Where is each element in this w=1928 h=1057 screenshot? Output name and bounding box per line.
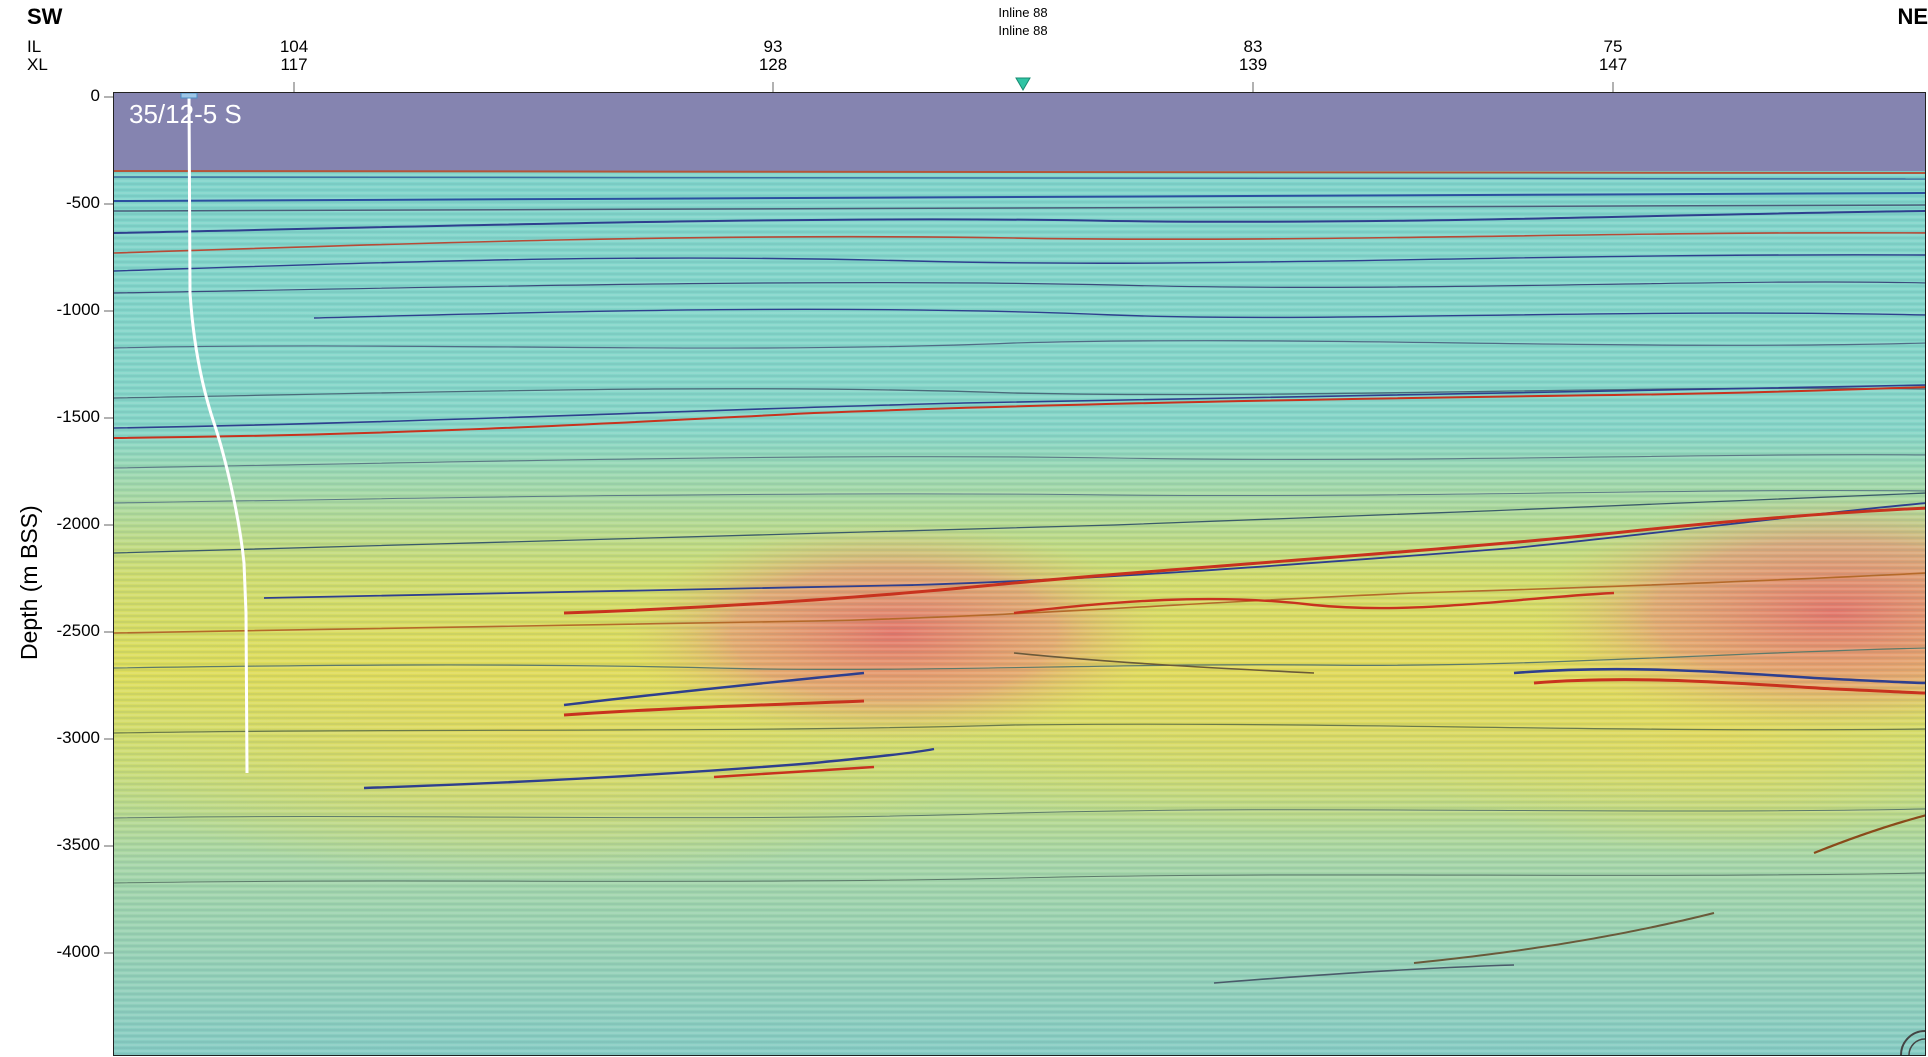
y-tick-label: -1000	[56, 300, 100, 319]
y-tick-label: -3500	[56, 835, 100, 854]
wellhead-icon[interactable]	[180, 93, 198, 99]
direction-sw-label: SW	[27, 4, 63, 29]
il-value: 83	[1243, 37, 1263, 56]
xl-value: 117	[280, 55, 308, 74]
seismic-section-panel[interactable]: 35/12-5 S	[113, 92, 1926, 1056]
y-tick-label: -2000	[56, 514, 100, 533]
top-axis-tick-1: 104 117	[280, 38, 324, 74]
y-tick-label: -1500	[56, 407, 100, 426]
well-name-label: 35/12-5 S	[129, 99, 242, 129]
inline-marker: Inline 88 Inline 88	[998, 4, 1073, 40]
top-axis-tick-3: 83 139	[1239, 38, 1283, 74]
il-value: 104	[279, 37, 309, 56]
il-value: 75	[1603, 37, 1623, 56]
y-tick-label: -500	[65, 193, 100, 212]
top-axis-tick-4: 75 147	[1599, 38, 1643, 74]
il-key-label: IL	[27, 37, 42, 56]
y-tick-label: 0	[90, 86, 100, 105]
il-value: 93	[763, 37, 783, 56]
inline-marker-label-2: Inline 88	[998, 23, 1048, 38]
y-tick-label: -4000	[56, 942, 100, 961]
xl-value: 128	[758, 55, 788, 74]
xl-value: 147	[1598, 55, 1628, 74]
direction-ne-label: NE	[1897, 4, 1928, 29]
inline-marker-label-1: Inline 88	[998, 5, 1048, 20]
y-tick-label: -2500	[56, 621, 100, 640]
seismic-image	[114, 93, 1925, 1055]
xl-value: 139	[1238, 55, 1268, 74]
y-tick-label: -3000	[56, 728, 100, 747]
xl-key-label: XL	[27, 55, 48, 74]
corner-handle-icon[interactable]	[1895, 1025, 1925, 1055]
top-axis-tick-2: 93 128	[759, 38, 803, 74]
